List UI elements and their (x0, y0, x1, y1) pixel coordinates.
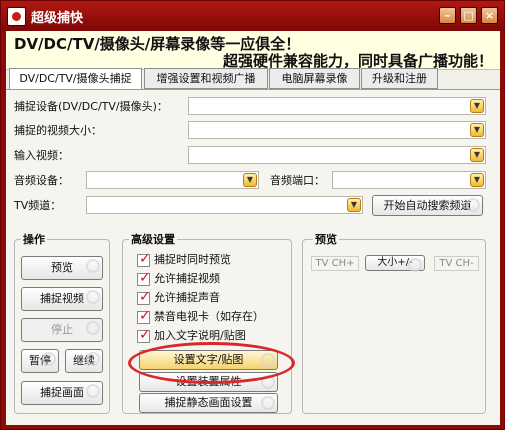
advanced-settings-title: 高级设置 (129, 231, 177, 247)
option-preview-while-capture-label: 捕捉时同时预览 (154, 253, 231, 266)
capture-frame-button[interactable]: 捕捉画面 (21, 381, 103, 405)
capture-video-button[interactable]: 捕捉视频 (21, 287, 103, 311)
window-content: DV/DC/TV/摄像头/屏幕录像等一应俱全！ 超强硬件兼容能力，同时具备广播功… (6, 31, 500, 425)
capture-device-label: 捕捉设备(DV/DC/TV/摄像头)： (14, 100, 168, 113)
option-mute-tv-card-label: 禁音电视卡（如存在） (154, 310, 264, 323)
tab-enhanced-settings[interactable]: 增强设置和视频广播 (144, 68, 268, 89)
tv-channel-select[interactable]: ▼ (86, 196, 363, 214)
pause-button[interactable]: 暂停 (21, 349, 59, 373)
main-window: 超级捕快 – □ × DV/DC/TV/摄像头/屏幕录像等一应俱全！ 超强硬件兼… (0, 0, 505, 430)
operation-group: 操作 预览 捕捉视频 停止 暂停 继续 捕捉画面 (14, 231, 110, 414)
capture-size-select[interactable]: ▼ (188, 121, 486, 139)
tab-capture[interactable]: DV/DC/TV/摄像头捕捉 (9, 68, 142, 90)
option-allow-video-label: 允许捕捉视频 (154, 272, 220, 285)
option-mute-tv-card-checkbox[interactable] (137, 308, 151, 324)
chevron-down-icon[interactable]: ▼ (470, 173, 484, 187)
maximize-button[interactable]: □ (460, 7, 477, 24)
chevron-down-icon[interactable]: ▼ (470, 148, 484, 162)
window-title: 超级捕快 (31, 11, 84, 26)
capture-size-label: 捕捉的视频大小： (14, 124, 102, 137)
stop-button[interactable]: 停止 (21, 318, 103, 342)
chevron-down-icon[interactable]: ▼ (243, 173, 257, 187)
input-video-select[interactable]: ▼ (188, 146, 486, 164)
capture-device-select[interactable]: ▼ (188, 97, 486, 115)
option-add-caption-checkbox[interactable] (137, 327, 151, 343)
app-icon (7, 7, 26, 26)
chevron-down-icon[interactable]: ▼ (470, 123, 484, 137)
audio-device-select[interactable]: ▼ (86, 171, 259, 189)
tab-upgrade-register[interactable]: 升级和注册 (361, 68, 438, 89)
preview-group: 预览 TV CH+ 大小+/- TV CH- (302, 231, 486, 414)
option-preview-while-capture-checkbox[interactable] (137, 251, 151, 267)
device-properties-button[interactable]: 设置装置属性 (139, 372, 278, 392)
preview-button[interactable]: 预览 (21, 256, 103, 280)
resume-button[interactable]: 继续 (65, 349, 103, 373)
operation-title: 操作 (21, 231, 47, 247)
audio-port-select[interactable]: ▼ (332, 171, 486, 189)
advanced-settings-group: 高级设置 捕捉时同时预览 允许捕捉视频 允许捕捉声音 禁音电视卡（如存在） 加入… (122, 231, 292, 414)
close-button[interactable]: × (481, 7, 498, 24)
preview-title: 预览 (313, 231, 339, 247)
audio-port-label: 音频端口： (270, 174, 325, 187)
promo-banner: DV/DC/TV/摄像头/屏幕录像等一应俱全！ 超强硬件兼容能力，同时具备广播功… (6, 31, 500, 70)
tab-screen-record[interactable]: 电脑屏幕录像 (269, 68, 360, 89)
option-allow-video-checkbox[interactable] (137, 270, 151, 286)
option-allow-audio-label: 允许捕捉声音 (154, 291, 220, 304)
tab-strip: DV/DC/TV/摄像头捕捉 增强设置和视频广播 电脑屏幕录像 升级和注册 (6, 68, 500, 90)
size-toggle-button[interactable]: 大小+/- (365, 255, 425, 272)
auto-search-channel-button[interactable]: 开始自动搜索频道 (372, 195, 483, 216)
chevron-down-icon[interactable]: ▼ (347, 198, 361, 212)
capture-panel: 捕捉设备(DV/DC/TV/摄像头)： ▼ 捕捉的视频大小： ▼ 输入视频： ▼… (6, 89, 500, 425)
audio-device-label: 音频设备： (14, 174, 69, 187)
tv-channel-up-button[interactable]: TV CH+ (311, 256, 359, 271)
minimize-button[interactable]: – (439, 7, 456, 24)
option-add-caption-label: 加入文字说明/贴图 (154, 329, 246, 342)
input-video-label: 输入视频： (14, 149, 69, 162)
title-bar[interactable]: 超级捕快 – □ × (1, 1, 504, 31)
tv-channel-label: TV频道： (14, 199, 62, 212)
still-capture-settings-button[interactable]: 捕捉静态画面设置 (139, 393, 278, 413)
chevron-down-icon[interactable]: ▼ (470, 99, 484, 113)
set-caption-button[interactable]: 设置文字/贴图 (139, 350, 278, 370)
tv-channel-down-button[interactable]: TV CH- (434, 256, 479, 271)
option-allow-audio-checkbox[interactable] (137, 289, 151, 305)
